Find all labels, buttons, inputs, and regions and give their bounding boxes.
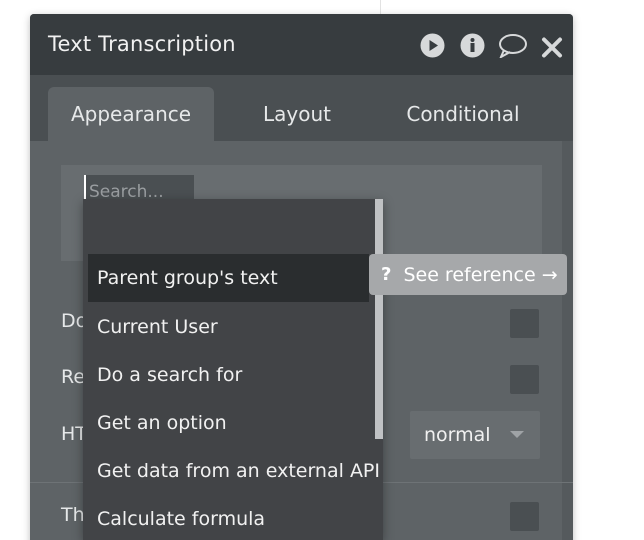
tab-appearance[interactable]: Appearance — [48, 87, 214, 141]
chevron-down-icon — [510, 431, 524, 438]
close-icon[interactable] — [541, 35, 563, 60]
dropdown-item-parent-groups-text[interactable]: Parent group's text — [88, 254, 369, 302]
html-tag-select[interactable]: normal — [410, 411, 540, 459]
dropdown-item-get-data-external-api[interactable]: Get data from an external API — [88, 447, 380, 495]
tab-bar: Appearance Layout Conditional — [30, 75, 573, 141]
row-label-re: Re — [61, 366, 86, 388]
html-tag-select-value: normal — [424, 424, 491, 446]
dropdown-scrollbar[interactable] — [375, 199, 383, 439]
dropdown-item-calculate-formula[interactable]: Calculate formula — [88, 495, 369, 540]
data-source-dropdown: Parent group's text Current User Do a se… — [83, 199, 383, 540]
question-icon: ? — [381, 264, 392, 285]
row-label-th: Th — [61, 504, 85, 526]
tab-layout[interactable]: Layout — [224, 87, 370, 141]
see-reference-label: See reference → — [403, 263, 558, 286]
checkbox-re[interactable] — [510, 365, 539, 394]
tab-conditional[interactable]: Conditional — [380, 87, 546, 141]
panel-titlebar[interactable]: Text Transcription — [30, 14, 573, 75]
info-icon[interactable] — [460, 33, 485, 58]
panel-title: Text Transcription — [48, 32, 236, 56]
dropdown-item-do-a-search-for[interactable]: Do a search for — [88, 351, 369, 399]
see-reference-button[interactable]: ? See reference → — [369, 254, 567, 295]
panel-scroll-track[interactable] — [562, 141, 573, 540]
dropdown-item-current-user[interactable]: Current User — [88, 303, 369, 351]
dropdown-item-get-an-option[interactable]: Get an option — [88, 399, 369, 447]
play-icon[interactable] — [420, 33, 445, 58]
checkbox-th[interactable] — [510, 502, 539, 531]
comment-icon[interactable] — [498, 33, 528, 58]
checkbox-do[interactable] — [510, 309, 539, 338]
